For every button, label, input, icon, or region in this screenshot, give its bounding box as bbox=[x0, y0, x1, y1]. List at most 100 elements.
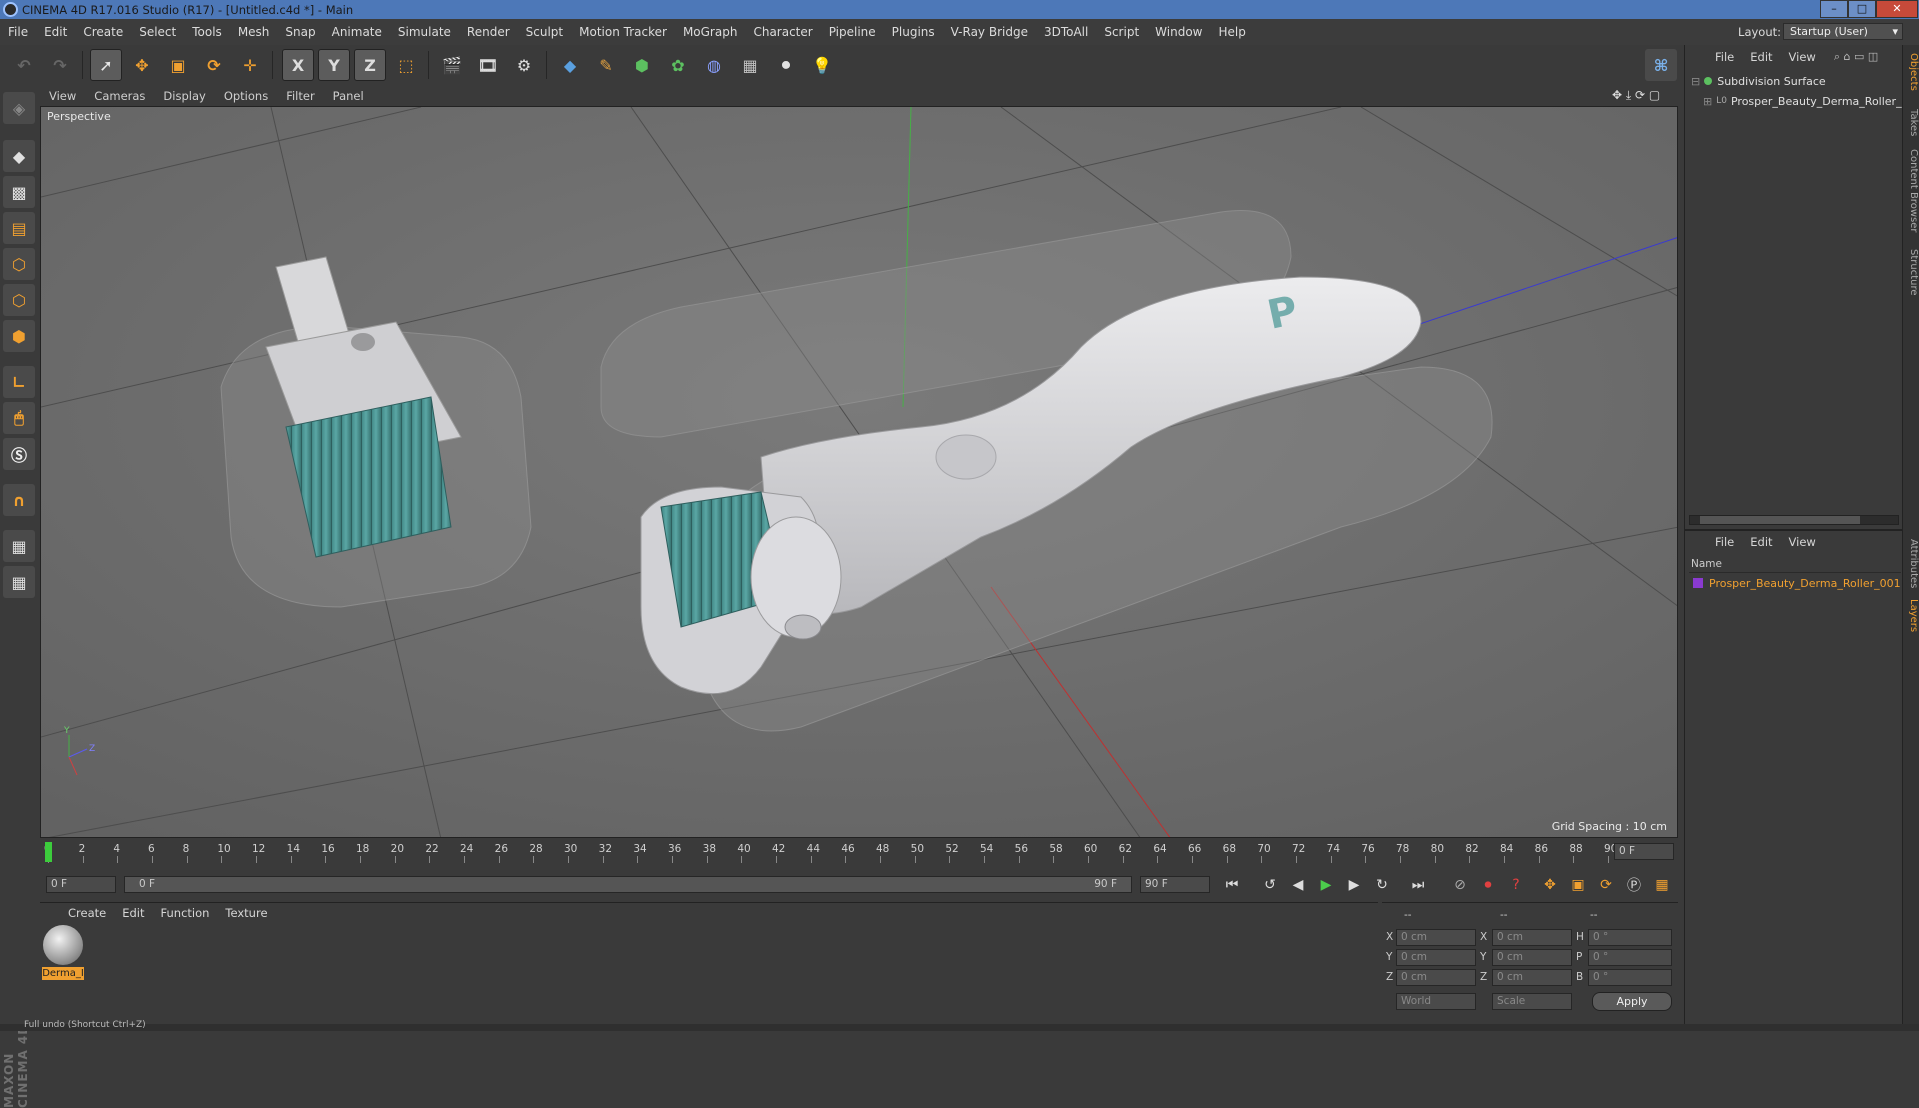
cloner-icon[interactable]: ✿ bbox=[662, 49, 694, 81]
obj-menu-edit[interactable]: Edit bbox=[1742, 50, 1780, 64]
undo-icon[interactable]: ↶ bbox=[8, 49, 40, 81]
horizontal-scrollbar[interactable] bbox=[1689, 515, 1899, 525]
move-icon[interactable]: ✥ bbox=[126, 49, 158, 81]
coord-value-field[interactable]: 0 cm bbox=[1492, 969, 1572, 986]
workplane-icon[interactable]: ▤ bbox=[3, 212, 35, 244]
menu-snap[interactable]: Snap bbox=[277, 25, 323, 39]
tab-objects[interactable]: Objects bbox=[1904, 49, 1919, 95]
pen-icon[interactable]: ✎ bbox=[590, 49, 622, 81]
tab-attributes[interactable]: Attributes bbox=[1904, 535, 1919, 592]
mat-menu-function[interactable]: Function bbox=[153, 906, 218, 920]
mat-menu-texture[interactable]: Texture bbox=[217, 906, 275, 920]
vp-menu-options[interactable]: Options bbox=[215, 89, 277, 103]
layer-menu-file[interactable]: File bbox=[1707, 535, 1742, 549]
vp-menu-panel[interactable]: Panel bbox=[324, 89, 373, 103]
play-icon[interactable]: ▶ bbox=[1314, 873, 1338, 897]
search-icon[interactable]: ⌕ ⌂ ▭ ◫ bbox=[1834, 50, 1878, 64]
deformer-icon[interactable]: ◍ bbox=[698, 49, 730, 81]
key-position-icon[interactable]: ✥ bbox=[1538, 873, 1562, 897]
world-coords-icon[interactable]: ⬚ bbox=[390, 49, 422, 81]
tab-layers[interactable]: Layers bbox=[1904, 595, 1919, 636]
floor-icon[interactable]: ▦ bbox=[734, 49, 766, 81]
menu-motion-tracker[interactable]: Motion Tracker bbox=[571, 25, 675, 39]
key-param-icon[interactable]: Ⓟ bbox=[1622, 873, 1646, 897]
magnet-icon[interactable]: ∩ bbox=[3, 484, 35, 516]
viewport-nav-icons[interactable]: ✥ ⤓ ⟳ ▢ bbox=[1612, 88, 1660, 103]
menu-character[interactable]: Character bbox=[745, 25, 820, 39]
menu-create[interactable]: Create bbox=[75, 25, 131, 39]
coord-scale-dropdown[interactable]: Scale bbox=[1492, 993, 1572, 1010]
tab-content-browser[interactable]: Content Browser bbox=[1904, 145, 1919, 236]
key-pla-icon[interactable]: ▦ bbox=[1650, 873, 1674, 897]
menu-window[interactable]: Window bbox=[1147, 25, 1210, 39]
next-frame-icon[interactable]: ▶ bbox=[1342, 873, 1366, 897]
layer-name-column[interactable]: Name bbox=[1689, 558, 1901, 573]
edge-mode-icon[interactable]: ⬡ bbox=[3, 284, 35, 316]
y-axis-icon[interactable]: Y bbox=[318, 49, 350, 81]
layer-row[interactable]: Prosper_Beauty_Derma_Roller_001 bbox=[1693, 575, 1903, 591]
coord-value-field[interactable]: 0 cm bbox=[1396, 969, 1476, 986]
menu-3dtoall[interactable]: 3DToAll bbox=[1036, 25, 1096, 39]
render-picture-viewer-icon[interactable]: 🎞 bbox=[472, 49, 504, 81]
tab-takes[interactable]: Takes bbox=[1904, 105, 1919, 140]
frame-range-slider[interactable]: 0 F 90 F bbox=[124, 876, 1132, 893]
subdivision-icon[interactable]: ⬢ bbox=[626, 49, 658, 81]
coord-value-field[interactable]: 0 cm bbox=[1492, 929, 1572, 946]
coord-value-field[interactable]: 0 cm bbox=[1396, 949, 1476, 966]
render-settings-icon[interactable]: ⚙ bbox=[508, 49, 540, 81]
menu-sculpt[interactable]: Sculpt bbox=[518, 25, 571, 39]
menu-render[interactable]: Render bbox=[459, 25, 518, 39]
rotate-icon[interactable]: ⟳ bbox=[198, 49, 230, 81]
texture-mode-icon[interactable]: ▩ bbox=[3, 176, 35, 208]
coord-value-field[interactable]: 0 cm bbox=[1492, 949, 1572, 966]
record-keys-icon[interactable]: ⏺ bbox=[1476, 873, 1500, 897]
apply-button[interactable]: Apply bbox=[1592, 992, 1672, 1011]
timeline-ruler[interactable]: 0246810121416182022242628303234363840424… bbox=[40, 840, 1678, 864]
minimize-button[interactable]: – bbox=[1820, 0, 1848, 18]
vp-menu-filter[interactable]: Filter bbox=[277, 89, 323, 103]
snap-toggle-icon[interactable]: ▦ bbox=[3, 530, 35, 562]
snap-settings-icon[interactable]: ▦ bbox=[3, 566, 35, 598]
menu-script[interactable]: Script bbox=[1096, 25, 1147, 39]
start-frame-field[interactable]: 0 F bbox=[46, 876, 116, 893]
coord-value-field[interactable]: 0 ° bbox=[1588, 949, 1672, 966]
object-row-subdivision[interactable]: ⊟ Subdivision Surface bbox=[1691, 73, 1901, 89]
light-icon[interactable]: 💡 bbox=[806, 49, 838, 81]
menu-select[interactable]: Select bbox=[131, 25, 184, 39]
redo-icon[interactable]: ↷ bbox=[44, 49, 76, 81]
vp-menu-cameras[interactable]: Cameras bbox=[85, 89, 154, 103]
mat-menu-create[interactable]: Create bbox=[60, 906, 114, 920]
menu-mograph[interactable]: MoGraph bbox=[675, 25, 746, 39]
coord-value-field[interactable]: 0 ° bbox=[1588, 969, 1672, 986]
vp-menu-view[interactable]: View bbox=[40, 89, 85, 103]
layer-menu-edit[interactable]: Edit bbox=[1742, 535, 1780, 549]
cube-icon[interactable]: ◆ bbox=[554, 49, 586, 81]
menu-edit[interactable]: Edit bbox=[36, 25, 75, 39]
tab-structure[interactable]: Structure bbox=[1904, 245, 1919, 300]
next-key-icon[interactable]: ↻ bbox=[1370, 873, 1394, 897]
vp-menu-display[interactable]: Display bbox=[154, 89, 214, 103]
go-to-end-icon[interactable]: ⏭ bbox=[1406, 873, 1430, 897]
live-selection-icon[interactable]: ➚ bbox=[90, 49, 122, 81]
z-axis-icon[interactable]: Z bbox=[354, 49, 386, 81]
autokey-icon[interactable]: ? bbox=[1504, 873, 1528, 897]
menu-file[interactable]: File bbox=[0, 25, 36, 39]
transform-icon[interactable]: ✛ bbox=[234, 49, 266, 81]
key-rotation-icon[interactable]: ⟳ bbox=[1594, 873, 1618, 897]
menu-help[interactable]: Help bbox=[1210, 25, 1253, 39]
obj-menu-file[interactable]: File bbox=[1707, 50, 1742, 64]
render-view-icon[interactable]: 🎬 bbox=[436, 49, 468, 81]
python-icon[interactable]: ⌘ bbox=[1645, 49, 1677, 81]
menu-plugins[interactable]: Plugins bbox=[884, 25, 943, 39]
polygon-mode-icon[interactable]: ⬢ bbox=[3, 320, 35, 352]
prev-frame-icon[interactable]: ◀ bbox=[1286, 873, 1310, 897]
model-mode-icon[interactable]: ◆ bbox=[3, 140, 35, 172]
material-swatch[interactable]: Derma_I bbox=[42, 925, 84, 981]
coord-value-field[interactable]: 0 ° bbox=[1588, 929, 1672, 946]
layout-dropdown[interactable]: Startup (User) ▾ bbox=[1783, 23, 1903, 40]
object-row-roller[interactable]: ⊞ L0 Prosper_Beauty_Derma_Roller_0( bbox=[1703, 93, 1903, 109]
menu-simulate[interactable]: Simulate bbox=[390, 25, 459, 39]
end-frame-field[interactable]: 90 F bbox=[1140, 876, 1210, 893]
make-editable-icon[interactable]: ◈ bbox=[3, 92, 35, 124]
perspective-viewport[interactable]: P Y Z Perspective Grid Spacing : 10 cm bbox=[40, 106, 1678, 838]
